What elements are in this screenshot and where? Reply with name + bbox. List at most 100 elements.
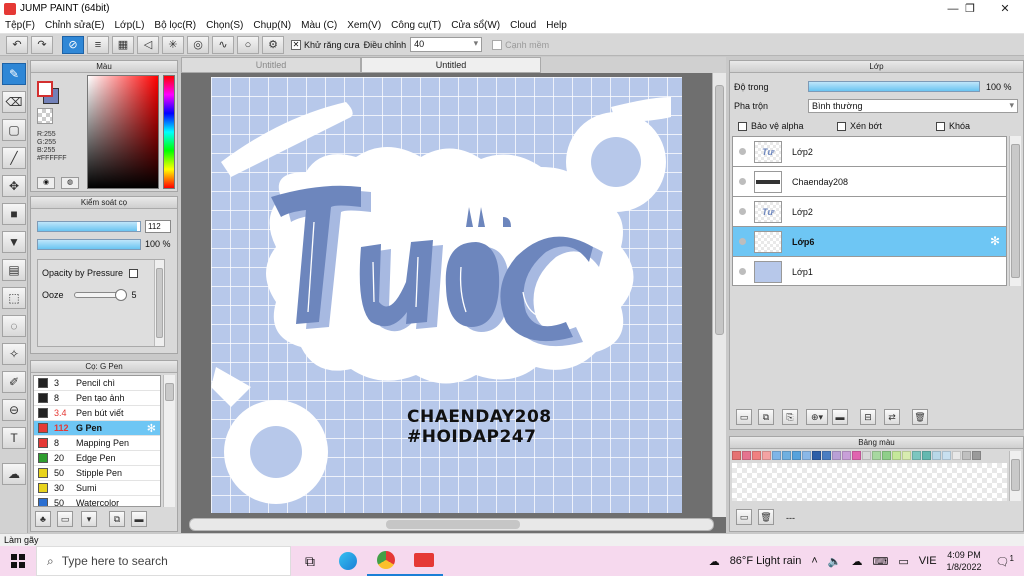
weather-icon[interactable]: ☁ <box>709 555 720 568</box>
radial-snap-icon[interactable]: ✳ <box>162 35 184 54</box>
snap-settings-icon[interactable]: ⚙ <box>262 35 284 54</box>
palette-swatch[interactable] <box>772 451 781 460</box>
select-tool-icon[interactable]: ▢ <box>2 119 26 141</box>
gradient-tool-icon[interactable]: ▤ <box>2 259 26 281</box>
hue-slider[interactable] <box>163 75 175 189</box>
circle-snap-icon[interactable]: ◎ <box>187 35 209 54</box>
palette-swatch[interactable] <box>942 451 951 460</box>
lasso-tool-icon[interactable]: ◌ <box>2 315 26 337</box>
opacity-pressure-checkbox[interactable] <box>129 268 139 278</box>
menu-edit[interactable]: Chỉnh sửa(E) <box>40 20 110 31</box>
brush-item[interactable]: 3 Pencil chì <box>34 376 160 391</box>
brush-item[interactable]: 50 Watercolor <box>34 496 160 506</box>
palette-custom-area[interactable] <box>732 463 1007 501</box>
select-eraser-icon[interactable]: ⊖ <box>2 399 26 421</box>
palette-swatch[interactable] <box>972 451 981 460</box>
magic-wand-icon[interactable]: ✧ <box>2 343 26 365</box>
menu-view[interactable]: Xem(V) <box>342 20 386 31</box>
language-indicator[interactable]: VIE <box>919 555 937 567</box>
palette-swatch[interactable] <box>732 451 741 460</box>
jump-paint-taskbar-icon[interactable] <box>405 546 443 576</box>
antialias-checkbox[interactable]: ✕ <box>291 39 301 50</box>
weather-text[interactable]: 86°F Light rain <box>730 555 802 567</box>
brush-size-input[interactable]: 112 <box>145 219 171 233</box>
layer-visibility-icon[interactable] <box>739 178 746 185</box>
canvas-horizontal-scrollbar[interactable] <box>189 518 714 531</box>
palette-swatch[interactable] <box>902 451 911 460</box>
menu-filter[interactable]: Bộ lọc(R) <box>149 20 201 31</box>
taskbar-clock[interactable]: 4:09 PM 1/8/2022 <box>947 549 982 573</box>
layer-merge-icon[interactable]: ⊟ <box>860 409 876 425</box>
menu-tools[interactable]: Công cụ(T) <box>386 20 446 31</box>
bucket-tool-icon[interactable]: ▼ <box>2 231 26 253</box>
palette-swatch[interactable] <box>842 451 851 460</box>
lock-checkbox[interactable] <box>936 121 945 131</box>
drawing-canvas[interactable]: CHAENDAY208 #HOIDAP247 <box>211 77 682 513</box>
brush-options-scrollbar[interactable] <box>154 260 164 346</box>
palette-swatch[interactable] <box>962 451 971 460</box>
palette-swatch[interactable] <box>822 451 831 460</box>
transparent-color-swatch[interactable] <box>37 108 53 124</box>
grid-snap-icon[interactable]: ▦ <box>112 35 134 54</box>
select-pen-icon[interactable]: ✐ <box>2 371 26 393</box>
layer-transfer-icon[interactable]: ⇄ <box>884 409 900 425</box>
menu-color[interactable]: Màu (C) <box>296 20 342 31</box>
color-history-icon[interactable]: ◉ <box>37 177 55 189</box>
rect-select-icon[interactable]: ⬚ <box>2 287 26 309</box>
eraser-tool-icon[interactable]: ⌫ <box>2 91 26 113</box>
canvas-vertical-scrollbar[interactable] <box>712 73 726 517</box>
color-eyedrop-icon[interactable]: ◍ <box>61 177 79 189</box>
layer-opacity-slider[interactable] <box>808 81 980 92</box>
brush-item-selected[interactable]: 112 G Pen ✻ <box>34 421 160 436</box>
palette-swatch[interactable] <box>892 451 901 460</box>
palette-swatch[interactable] <box>952 451 961 460</box>
menu-file[interactable]: Tệp(F) <box>0 20 40 31</box>
layer-item[interactable]: Lớp1 <box>733 257 1006 285</box>
blend-mode-select[interactable]: Bình thường <box>808 99 1018 113</box>
layer-list-scrollbar[interactable] <box>1009 136 1021 286</box>
undo-icon[interactable]: ↶ <box>6 35 28 54</box>
menu-layer[interactable]: Lớp(L) <box>110 20 150 31</box>
palette-swatch[interactable] <box>752 451 761 460</box>
brush-item[interactable]: 50 Stipple Pen <box>34 466 160 481</box>
layer-item[interactable]: Tư Lớp2 <box>733 137 1006 167</box>
soft-edge-checkbox[interactable] <box>492 39 503 50</box>
ooze-slider[interactable] <box>73 289 127 301</box>
menu-select[interactable]: Chọn(S) <box>201 20 248 31</box>
chrome-browser-icon[interactable] <box>367 546 405 576</box>
vanish-snap-icon[interactable]: ◁ <box>137 35 159 54</box>
adjust-select[interactable]: 40 <box>410 37 483 52</box>
foreground-color-swatch[interactable] <box>37 81 53 97</box>
menu-cloud[interactable]: Cloud <box>505 20 541 31</box>
tab-untitled-1[interactable]: Untitled <box>181 57 361 73</box>
no-snap-icon[interactable]: ⊘ <box>62 35 84 54</box>
close-button[interactable]: ✕ <box>988 0 1022 17</box>
palette-swatch[interactable] <box>912 451 921 460</box>
new-brush-icon[interactable]: ▭ <box>57 511 73 527</box>
palette-swatch[interactable] <box>872 451 881 460</box>
brush-item[interactable]: 30 Sumi <box>34 481 160 496</box>
layer-visibility-icon[interactable] <box>739 208 746 215</box>
tab-untitled-2[interactable]: Untitled <box>361 57 541 73</box>
layer-settings-gear-icon[interactable]: ✻ <box>990 234 1000 248</box>
curve-snap-icon[interactable]: ∿ <box>212 35 234 54</box>
layer-duplicate-icon[interactable]: ⎘ <box>782 409 798 425</box>
cloud-tool-icon[interactable]: ☁ <box>2 463 26 485</box>
menu-window[interactable]: Cửa sổ(W) <box>446 20 505 31</box>
move-tool-icon[interactable]: ✥ <box>2 175 26 197</box>
menu-capture[interactable]: Chụp(N) <box>248 20 296 31</box>
palette-swatch[interactable] <box>742 451 751 460</box>
brush-item[interactable]: 8 Mapping Pen <box>34 436 160 451</box>
palette-swatch[interactable] <box>932 451 941 460</box>
palette-scrollbar[interactable] <box>1009 451 1021 501</box>
layer-item[interactable]: Chaenday208 <box>733 167 1006 197</box>
fill-rect-tool-icon[interactable]: ■ <box>2 203 26 225</box>
saturation-value-field[interactable] <box>87 75 159 189</box>
palette-swatch[interactable] <box>782 451 791 460</box>
protect-alpha-checkbox[interactable] <box>738 121 747 131</box>
layer-visibility-icon[interactable] <box>739 238 746 245</box>
tray-chevron-icon[interactable]: ˄ <box>811 555 817 567</box>
brush-settings-gear-icon[interactable]: ✻ <box>147 422 156 435</box>
brush-size-slider[interactable] <box>37 220 141 232</box>
taskbar-search[interactable]: ⌕ Type here to search <box>36 546 291 576</box>
